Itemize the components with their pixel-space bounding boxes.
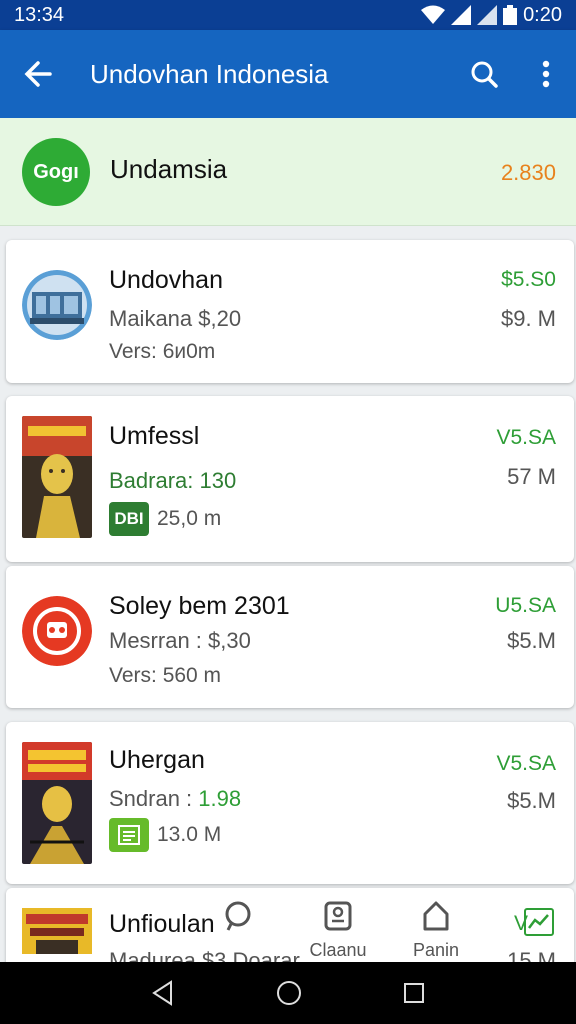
list-item[interactable]: Umfessl Badrara: 130 DBI 25,0 m V5.SA 57… xyxy=(6,396,574,562)
search-icon xyxy=(471,61,498,88)
list-item[interactable]: Undovhan Maikana $,20 Vers: 6и0m $5.S0 $… xyxy=(6,240,574,383)
nav-item-profile[interactable] xyxy=(208,900,268,962)
app-bar: Undovhan Indonesia xyxy=(0,30,576,118)
app-list: Gogı Undamsia 2.830 Undovhan Maikana $,2… xyxy=(0,118,576,962)
item-version: Vers: 6и0m xyxy=(109,340,215,364)
item-version: 13.0 M xyxy=(109,818,221,852)
item-version-text: 25,0 m xyxy=(157,507,222,530)
search-button[interactable] xyxy=(452,30,516,118)
item-detail: Maikana $,20 xyxy=(109,306,242,331)
nav-label-news: Claanu xyxy=(309,940,367,960)
poster-thumbnail xyxy=(22,742,92,864)
more-vert-icon xyxy=(542,60,550,88)
item-price: U5.SA xyxy=(495,594,556,617)
item-detail: Mesrran : $,30 xyxy=(109,628,251,653)
download-badge-icon xyxy=(109,818,149,852)
item-name: Uhergan xyxy=(109,746,205,774)
item-size: 57 M xyxy=(507,464,556,489)
building-thumbnail xyxy=(22,270,92,340)
brand-logo-thumbnail xyxy=(22,596,92,666)
back-button[interactable] xyxy=(0,30,76,118)
item-price: V5.SA xyxy=(496,426,556,449)
featured-value: 2.830 xyxy=(500,160,556,185)
poster-thumbnail xyxy=(22,908,92,954)
item-version-text: Vers: 560 m xyxy=(109,664,222,687)
item-size: $5.M xyxy=(507,788,556,813)
recents-square-icon[interactable] xyxy=(403,982,425,1004)
item-size: $9. M xyxy=(500,306,556,331)
arrow-back-icon xyxy=(24,61,52,87)
nav-item-news[interactable]: Claanu xyxy=(308,900,368,962)
item-version-text: Vers: 6и0m xyxy=(109,340,216,363)
item-name: Umfessl xyxy=(109,422,200,450)
page-title: Undovhan Indonesia xyxy=(90,58,329,89)
item-name: Soley bem 2301 xyxy=(109,592,290,620)
back-triangle-icon[interactable] xyxy=(151,980,175,1006)
home-circle-icon[interactable] xyxy=(276,980,302,1006)
item-detail: Badrara: 130 xyxy=(109,468,237,493)
item-detail-label: Sndran : xyxy=(109,786,193,811)
list-item[interactable]: Soley bem 2301 Mesrran : $,30 Vers: 560 … xyxy=(6,566,574,708)
featured-name: Undamsia xyxy=(110,154,228,184)
item-price: V5.SA xyxy=(496,752,556,775)
profile-icon xyxy=(225,901,251,931)
nav-label-home: Panin xyxy=(412,940,460,960)
status-time: 13:34 xyxy=(14,3,65,26)
featured-item[interactable]: Gogı Undamsia 2.830 xyxy=(0,118,576,226)
signal-icon xyxy=(451,5,472,25)
item-price: $5.S0 xyxy=(501,268,556,291)
list-item[interactable]: Uhergan Sndran : 1.98 13.0 M V5.SA $5.M xyxy=(6,722,574,884)
item-size: $5.M xyxy=(507,628,556,653)
status-clock-right: 0:20 xyxy=(523,3,562,26)
system-navigation-bar xyxy=(0,962,576,1024)
poster-thumbnail xyxy=(22,416,92,538)
signal-icon-2 xyxy=(477,5,498,25)
overflow-menu-button[interactable] xyxy=(516,30,576,118)
item-name: Unfioulan xyxy=(109,910,215,938)
item-name: Undovhan xyxy=(109,266,223,294)
status-bar: 13:34 0:20 xyxy=(0,0,576,30)
item-badge: DBI xyxy=(109,502,149,536)
item-detail-value: 1.98 xyxy=(198,786,242,811)
item-version: Vers: 560 m xyxy=(109,664,221,688)
item-version: DBI 25,0 m xyxy=(109,502,221,536)
news-icon xyxy=(324,901,352,931)
featured-logo: Gogı xyxy=(22,138,90,206)
battery-icon xyxy=(503,5,518,25)
home-icon xyxy=(423,901,449,931)
item-version-text: 13.0 M xyxy=(157,823,222,846)
bottom-navigation: Claanu Panin xyxy=(220,900,576,962)
wifi-icon xyxy=(421,5,446,24)
status-icons: 0:20 xyxy=(421,4,562,27)
item-detail: Sndran : 1.98 xyxy=(109,786,241,812)
nav-item-home[interactable]: Panin xyxy=(406,900,466,962)
